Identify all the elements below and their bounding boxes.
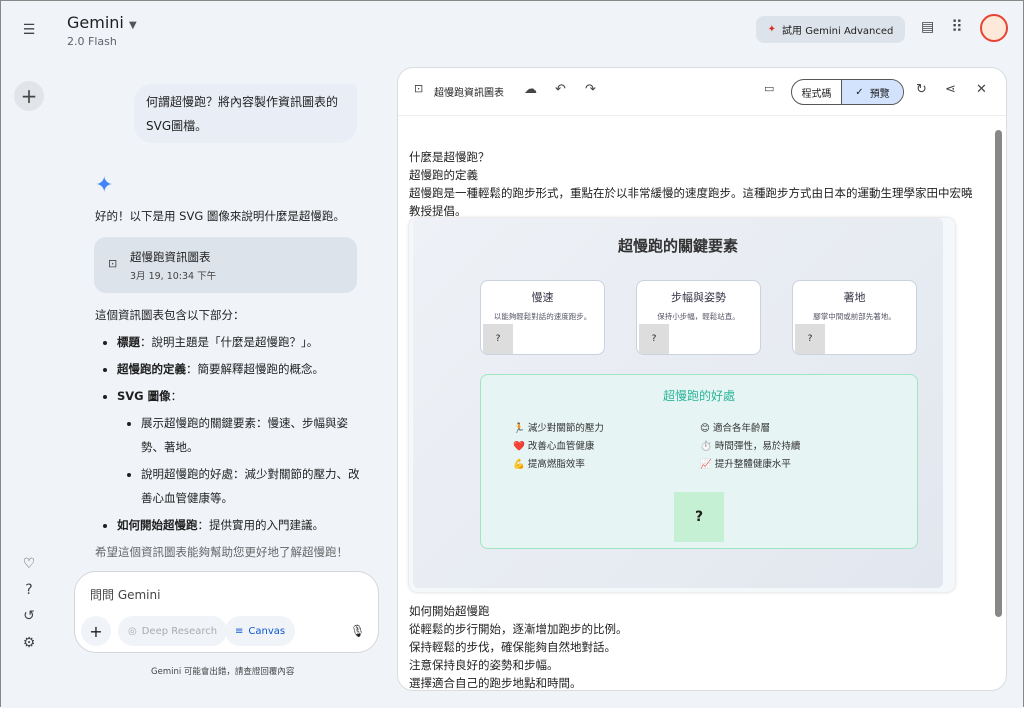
help-icon[interactable]: ? bbox=[16, 577, 42, 603]
artifact-card[interactable]: ⊡ 超慢跑資訊圖表 3月 19, 10:34 下午 bbox=[94, 237, 357, 293]
undo-icon[interactable]: ↶ bbox=[555, 82, 566, 97]
broken-image-icon: ? bbox=[483, 324, 513, 354]
infographic-title: 超慢跑的關鍵要素 bbox=[617, 237, 738, 255]
artifact-date: 3月 19, 10:34 下午 bbox=[130, 271, 217, 282]
preview-label: 預覽 bbox=[869, 88, 890, 100]
list-item: 超慢跑的定義：簡要解釋超慢跑的概念。 bbox=[117, 357, 365, 381]
canvas-button[interactable]: ≡ Canvas bbox=[225, 616, 296, 646]
list-item: SVG 圖像： 展示超慢跑的關鍵要素：慢速、步幅與姿勢、著地。 說明超慢跑的好處… bbox=[117, 384, 365, 510]
app-title[interactable]: Gemini ▼ bbox=[67, 13, 137, 32]
code-icon: ⊡ bbox=[108, 257, 118, 270]
canvas-icon: ≡ bbox=[235, 625, 244, 637]
app-name: Gemini bbox=[67, 13, 124, 32]
redo-icon[interactable]: ↷ bbox=[585, 82, 596, 97]
benefits-title: 超慢跑的好處 bbox=[662, 389, 735, 403]
close-icon[interactable]: ✕ bbox=[976, 82, 987, 97]
model-label: 2.0 Flash bbox=[67, 35, 117, 48]
check-icon: ✓ bbox=[855, 86, 864, 98]
start-line: 保持輕鬆的步伐，確保能夠自然地對話。 bbox=[409, 640, 616, 654]
panel-toolbar: ⊡ 超慢跑資訊圖表 ☁ ↶ ↷ ▭ 程式碼 ✓ 預覽 ↻ ⋖ ✕ bbox=[398, 68, 1006, 116]
element-card: 慢速 以能夠輕鬆對話的速度跑步。? bbox=[480, 280, 605, 355]
apps-grid-icon[interactable]: ⠿ bbox=[951, 17, 963, 36]
archive-icon[interactable]: ▤ bbox=[921, 19, 934, 35]
advanced-label: 試用 Gemini Advanced bbox=[782, 26, 894, 37]
start-section: 如何開始超慢跑 從輕鬆的步行開始，逐漸增加跑步的比例。 保持輕鬆的步伐，確保能夠… bbox=[409, 602, 628, 690]
disclaimer: Gemini 可能會出錯，請查證回覆內容 bbox=[151, 667, 295, 677]
start-heading: 如何開始超慢跑 bbox=[409, 604, 490, 618]
cloud-icon[interactable]: ☁ bbox=[524, 82, 537, 97]
start-line: 選擇適合自己的跑步地點和時間。 bbox=[409, 676, 582, 690]
view-toggle: 程式碼 ✓ 預覽 bbox=[791, 79, 904, 105]
benefits-box: 超慢跑的好處 🏃 減少對關節的壓力 ❤️ 改善心血管健康 💪 提高燃脂效率 😊 … bbox=[480, 374, 918, 549]
broken-image-icon: ? bbox=[639, 324, 669, 354]
try-advanced-button[interactable]: ✦ 試用 Gemini Advanced bbox=[756, 16, 905, 43]
scrollbar[interactable] bbox=[995, 130, 1002, 617]
list-item: 如何開始超慢跑：提供實用的入門建議。 bbox=[117, 513, 365, 537]
start-line: 從輕鬆的步行開始，逐漸增加跑步的比例。 bbox=[409, 622, 628, 636]
summary-text: 這個資訊圖表包含以下部分： bbox=[95, 308, 245, 322]
broken-image-icon: ? bbox=[795, 324, 825, 354]
menu-icon[interactable]: ☰ bbox=[16, 17, 42, 43]
response-intro: 好的！以下是用 SVG 圖像來說明什麼是超慢跑。 bbox=[95, 209, 345, 223]
start-line: 注意保持良好的姿勢和步幅。 bbox=[409, 658, 559, 672]
benefit-item: 🏃 減少對關節的壓力 bbox=[513, 423, 604, 434]
broken-image-icon: ? bbox=[674, 492, 724, 542]
microphone-icon[interactable]: 🎙 bbox=[350, 624, 365, 638]
prompt-placeholder: 問問 Gemini bbox=[90, 588, 161, 602]
code-icon: ⊡ bbox=[414, 82, 424, 95]
canvas-panel: ⊡ 超慢跑資訊圖表 ☁ ↶ ↷ ▭ 程式碼 ✓ 預覽 ↻ ⋖ ✕ 什麼是超慢跑？ … bbox=[397, 67, 1007, 691]
settings-icon[interactable]: ⚙ bbox=[16, 630, 42, 656]
deep-research-icon: ◎ bbox=[128, 625, 137, 637]
sub-list-item: 展示超慢跑的關鍵要素：慢速、步幅與姿勢、著地。 bbox=[141, 411, 365, 459]
infographic: 超慢跑的關鍵要素 慢速 以能夠輕鬆對話的速度跑步。? 步幅與姿勢 保持小步幅，輕鬆站… bbox=[409, 218, 955, 592]
console-icon[interactable]: ▭ bbox=[764, 82, 774, 95]
response-body: 這個資訊圖表包含以下部分： 標題：說明主題是「什麼是超慢跑？」。 超慢跑的定義：… bbox=[95, 303, 365, 564]
preview-content: 什麼是超慢跑？ 超慢跑的定義 超慢跑是一種輕鬆的跑步形式，重點在於以非常緩慢的速… bbox=[409, 148, 979, 220]
chevron-down-icon: ▼ bbox=[128, 20, 137, 31]
history-icon[interactable]: ↺ bbox=[16, 603, 42, 629]
gemini-sparkle-icon: ✦ bbox=[95, 173, 114, 198]
doc-heading: 什麼是超慢跑？ bbox=[409, 150, 490, 164]
benefit-item: ⏱️ 時間彈性，易於持續 bbox=[700, 441, 801, 452]
add-button[interactable]: + bbox=[81, 616, 111, 646]
benefit-item: 📈 提升整體健康水平 bbox=[700, 459, 791, 470]
refresh-icon[interactable]: ↻ bbox=[916, 82, 927, 97]
artifact-title: 超慢跑資訊圖表 bbox=[130, 250, 211, 264]
benefit-item: 💪 提高燃脂效率 bbox=[513, 459, 585, 470]
panel-title: 超慢跑資訊圖表 bbox=[434, 88, 504, 99]
deep-research-label: Deep Research bbox=[141, 625, 218, 637]
canvas-label: Canvas bbox=[248, 625, 286, 637]
sidebar: ☰ + ♡ ? ↺ ⚙ bbox=[1, 1, 56, 708]
new-chat-button[interactable]: + bbox=[14, 81, 44, 111]
gem-icon[interactable]: ♡ bbox=[16, 551, 42, 577]
benefit-item: 😊 適合各年齡層 bbox=[700, 423, 770, 434]
share-icon[interactable]: ⋖ bbox=[945, 82, 956, 97]
tab-preview[interactable]: ✓ 預覽 bbox=[842, 80, 903, 104]
sparkle-icon: ✦ bbox=[767, 24, 777, 35]
doc-subheading: 超慢跑的定義 bbox=[409, 168, 478, 182]
sub-list-item: 說明超慢跑的好處：減少對關節的壓力、改善心血管健康等。 bbox=[141, 462, 365, 510]
avatar[interactable] bbox=[980, 14, 1008, 42]
tab-code[interactable]: 程式碼 bbox=[792, 80, 842, 104]
prompt-input[interactable]: 問問 Gemini + ◎ Deep Research ≡ Canvas 🎙 bbox=[74, 571, 379, 653]
doc-paragraph: 超慢跑是一種輕鬆的跑步形式，重點在於以非常緩慢的速度跑步。這種跑步方式由日本的運… bbox=[409, 186, 973, 218]
element-card: 著地 腳掌中間或前部先著地。? bbox=[792, 280, 917, 355]
benefit-item: ❤️ 改善心血管健康 bbox=[513, 441, 595, 452]
user-message: 何謂超慢跑？將內容製作資訊圖表的SVG圖檔。 bbox=[134, 84, 357, 143]
element-card: 步幅與姿勢 保持小步幅，輕鬆站直。? bbox=[636, 280, 761, 355]
closing-text: 希望這個資訊圖表能夠幫助您更好地了解超慢跑！ bbox=[95, 545, 348, 559]
list-item: 標題：說明主題是「什麼是超慢跑？」。 bbox=[117, 330, 365, 354]
deep-research-button[interactable]: ◎ Deep Research bbox=[118, 616, 228, 646]
